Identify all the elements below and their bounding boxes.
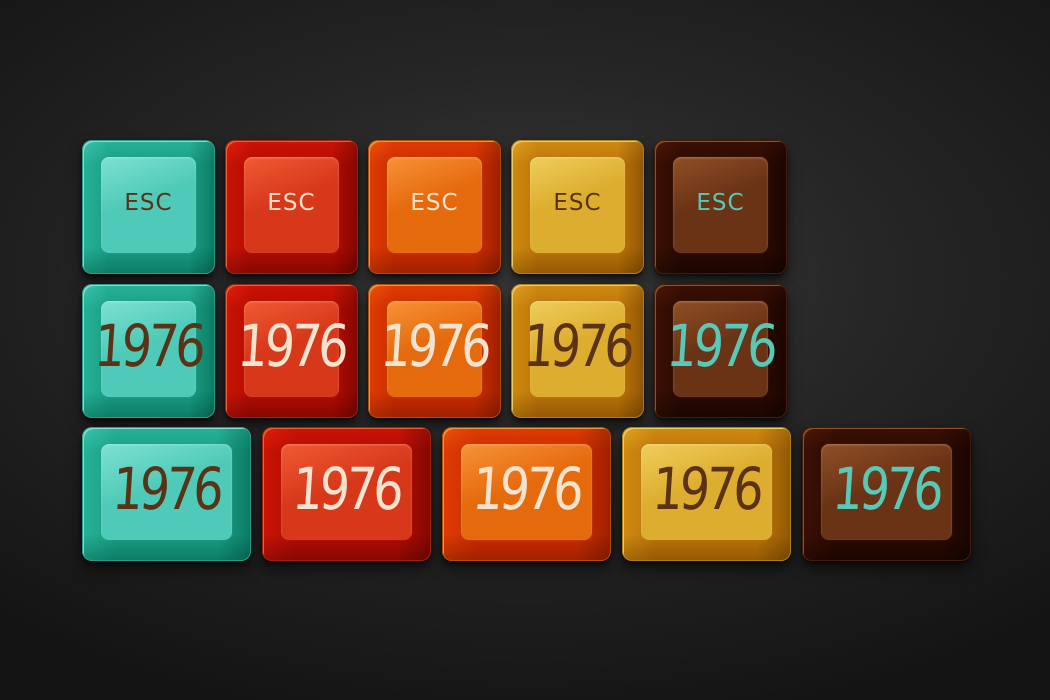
keycap-legend: ESC (553, 190, 602, 216)
keycap-top: 1976 (93, 301, 204, 397)
keycap-legend: ESC (267, 190, 316, 216)
keycap-top: ESC (244, 157, 339, 253)
wide-1976-keycap-row: 1976 1976 1976 1976 1976 (82, 427, 971, 561)
keycap-legend: 1976 (235, 312, 348, 380)
esc-keycap-row: ESC ESC ESC ESC ESC (82, 140, 787, 274)
keycap-legend: 1976 (378, 312, 491, 380)
keycap-esc-yellow: ESC (511, 140, 644, 274)
keycap-top: 1976 (101, 444, 232, 540)
keycap-wide-1976-brown: 1976 (802, 427, 971, 561)
keycap-top: 1976 (641, 444, 772, 540)
keycap-legend: 1976 (521, 312, 634, 380)
keycap-top: 1976 (665, 301, 776, 397)
keycap-legend: 1976 (92, 312, 205, 380)
keycap-top: ESC (673, 157, 768, 253)
keycap-legend: ESC (124, 190, 173, 216)
keycap-wide-1976-orange: 1976 (442, 427, 611, 561)
keycap-1976-brown: 1976 (654, 284, 787, 418)
keycap-legend: 1976 (650, 455, 763, 523)
keycap-top: 1976 (281, 444, 412, 540)
keycap-legend: 1976 (470, 455, 583, 523)
keycap-top: 1976 (461, 444, 592, 540)
keycap-esc-brown: ESC (654, 140, 787, 274)
keycap-legend: ESC (696, 190, 745, 216)
keycap-top: ESC (530, 157, 625, 253)
keycap-top: 1976 (821, 444, 952, 540)
keycap-legend: 1976 (110, 455, 223, 523)
keycap-esc-red: ESC (225, 140, 358, 274)
keycap-legend: ESC (410, 190, 459, 216)
keycap-1976-orange: 1976 (368, 284, 501, 418)
keycap-top: 1976 (522, 301, 633, 397)
keycap-esc-orange: ESC (368, 140, 501, 274)
keycap-esc-teal: ESC (82, 140, 215, 274)
keycap-1976-red: 1976 (225, 284, 358, 418)
keycap-legend: 1976 (830, 455, 943, 523)
keycap-wide-1976-teal: 1976 (82, 427, 251, 561)
keycap-top: 1976 (236, 301, 347, 397)
keycap-showcase: ESC ESC ESC ESC ESC 1976 1976 1976 1976 … (0, 0, 1050, 700)
keycap-1976-teal: 1976 (82, 284, 215, 418)
keycap-legend: 1976 (664, 312, 777, 380)
keycap-1976-yellow: 1976 (511, 284, 644, 418)
keycap-top: ESC (387, 157, 482, 253)
keycap-top: 1976 (379, 301, 490, 397)
keycap-legend: 1976 (290, 455, 403, 523)
keycap-top: ESC (101, 157, 196, 253)
keycap-wide-1976-yellow: 1976 (622, 427, 791, 561)
1u-1976-keycap-row: 1976 1976 1976 1976 1976 (82, 284, 787, 418)
keycap-wide-1976-red: 1976 (262, 427, 431, 561)
